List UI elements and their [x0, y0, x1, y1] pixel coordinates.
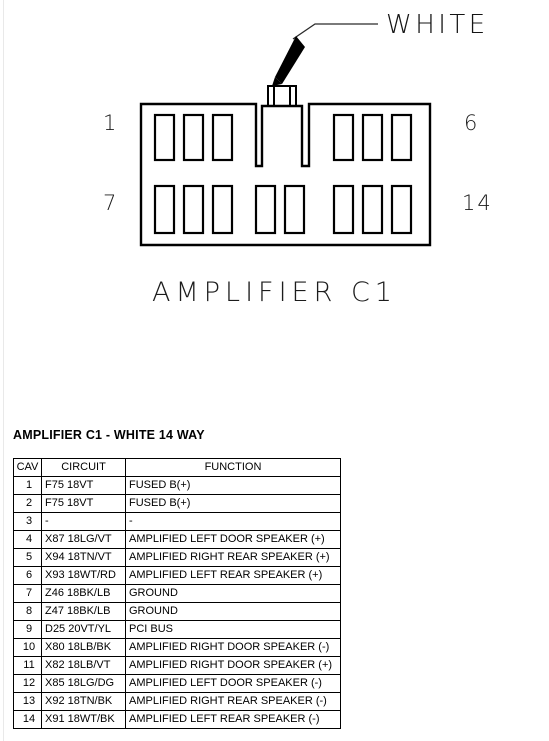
cell-circuit: D25 20VT/YL: [41, 620, 126, 639]
cell-function: AMPLIFIED RIGHT REAR SPEAKER (-): [125, 692, 341, 711]
cell-cav: 11: [13, 656, 42, 675]
cell-function: AMPLIFIED RIGHT DOOR SPEAKER (-): [125, 638, 341, 657]
table-row: 6 X93 18WT/RD AMPLIFIED LEFT REAR SPEAKER …: [13, 566, 341, 585]
cell-cav: 7: [13, 584, 42, 603]
connector-caption: AMPLIFIER C1: [152, 277, 397, 308]
cell-function: GROUND: [125, 584, 341, 603]
cell-cav: 5: [13, 548, 42, 567]
callout-label-white: WHITE: [386, 10, 489, 40]
table-row: 8 Z47 18BK/LB GROUND: [13, 602, 341, 621]
cell-function: AMPLIFIED LEFT REAR SPEAKER (-): [125, 710, 341, 729]
cell-cav: 8: [13, 602, 42, 621]
cell-circuit: X80 18LB/BK: [41, 638, 126, 657]
cell-circuit: X92 18TN/BK: [41, 692, 126, 711]
cell-function: AMPLIFIED LEFT REAR SPEAKER (+): [125, 566, 341, 585]
cell-function: FUSED B(+): [125, 494, 341, 513]
cell-cav: 6: [13, 566, 42, 585]
cell-function: PCI BUS: [125, 620, 341, 639]
callout-leader-line: [292, 23, 378, 40]
cell-cav: 2: [13, 494, 42, 513]
cell-cav: 14: [13, 710, 42, 729]
connector-locking-tab: [267, 85, 297, 107]
connector-diagram: WHITE 1 6 7 14 AMPLIFIER C1: [0, 0, 549, 330]
cell-function: AMPLIFIED RIGHT REAR SPEAKER (+): [125, 548, 341, 567]
table-row: 10 X80 18LB/BK AMPLIFIED RIGHT DOOR SPEAKE…: [13, 638, 341, 657]
cell-function: FUSED B(+): [125, 476, 341, 495]
table-row: 2 F75 18VT FUSED B(+): [13, 494, 341, 513]
cell-function: AMPLIFIED LEFT DOOR SPEAKER (+): [125, 530, 341, 549]
table-row: 14 X91 18WT/BK AMPLIFIED LEFT REAR SPEAKER…: [13, 710, 341, 729]
table-row: 9 D25 20VT/YL PCI BUS: [13, 620, 341, 639]
table-row: 13 X92 18TN/BK AMPLIFIED RIGHT REAR SPEAKE…: [13, 692, 341, 711]
column-header-circuit: CIRCUIT: [41, 458, 126, 477]
pin-marker-top-left: 1: [103, 111, 119, 135]
table-row: 12 X85 18LG/DG AMPLIFIED LEFT DOOR SPEAKER…: [13, 674, 341, 693]
pin-marker-top-right: 6: [464, 111, 480, 135]
table-row: 5 X94 18TN/VT AMPLIFIED RIGHT REAR SPEAKER…: [13, 548, 341, 567]
pinout-table: CAV CIRCUIT FUNCTION 1 F75 18VT FUSED B(+)…: [13, 458, 341, 729]
cell-cav: 1: [13, 476, 42, 495]
pin-marker-bottom-right: 14: [462, 191, 493, 215]
cell-cav: 9: [13, 620, 42, 639]
cell-function: AMPLIFIED RIGHT DOOR SPEAKER (+): [125, 656, 341, 675]
cell-circuit: X94 18TN/VT: [41, 548, 126, 567]
cell-circuit: -: [41, 512, 126, 531]
table-row: 4 X87 18LG/VT AMPLIFIED LEFT DOOR SPEAKER …: [13, 530, 341, 549]
cell-circuit: F75 18VT: [41, 494, 126, 513]
cell-cav: 12: [13, 674, 42, 693]
cell-circuit: X91 18WT/BK: [41, 710, 126, 729]
cell-function: AMPLIFIED LEFT DOOR SPEAKER (-): [125, 674, 341, 693]
cell-circuit: X82 18LB/VT: [41, 656, 126, 675]
table-header-row: CAV CIRCUIT FUNCTION: [13, 458, 341, 477]
cell-circuit: X85 18LG/DG: [41, 674, 126, 693]
arrow-pointer-icon: [272, 36, 305, 86]
table-row: 3--: [13, 512, 341, 531]
cell-circuit: X93 18WT/RD: [41, 566, 126, 585]
pinout-table-wrapper: CAV CIRCUIT FUNCTION 1 F75 18VT FUSED B(+)…: [13, 458, 341, 729]
cell-cav: 3: [13, 512, 42, 531]
cell-circuit: X87 18LG/VT: [41, 530, 126, 549]
cell-circuit: F75 18VT: [41, 476, 126, 495]
column-header-function: FUNCTION: [125, 458, 341, 477]
pinout-table-title: AMPLIFIER C1 - WHITE 14 WAY: [13, 428, 205, 442]
column-header-cav: CAV: [13, 458, 42, 477]
cell-function: GROUND: [125, 602, 341, 621]
cell-cav: 4: [13, 530, 42, 549]
cell-circuit: Z46 18BK/LB: [41, 584, 126, 603]
table-row: 1 F75 18VT FUSED B(+): [13, 476, 341, 495]
cell-cav: 10: [13, 638, 42, 657]
table-row: 11 X82 18LB/VT AMPLIFIED RIGHT DOOR SPEAKE…: [13, 656, 341, 675]
table-row: 7 Z46 18BK/LB GROUND: [13, 584, 341, 603]
cell-function: -: [125, 512, 341, 531]
cell-circuit: Z47 18BK/LB: [41, 602, 126, 621]
cell-cav: 13: [13, 692, 42, 711]
pin-marker-bottom-left: 7: [103, 191, 119, 215]
